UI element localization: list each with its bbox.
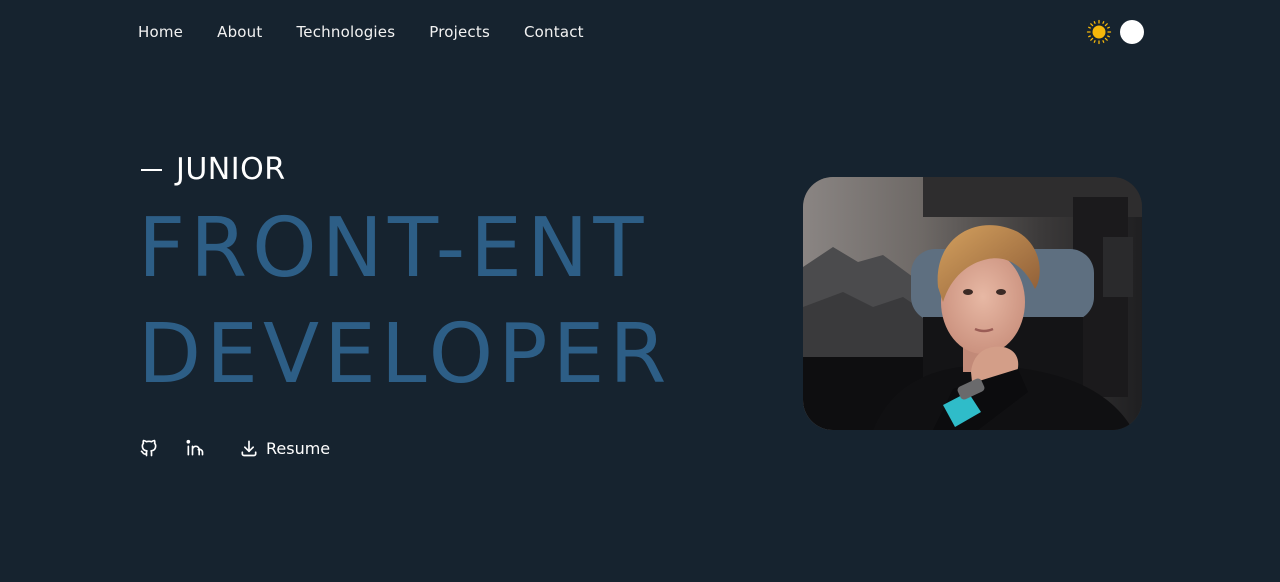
main-nav: Home About Technologies Projects Contact <box>138 20 618 44</box>
eyebrow-label: JUNIOR <box>176 152 286 187</box>
profile-photo <box>803 177 1142 430</box>
github-icon[interactable] <box>138 437 160 459</box>
hero-title: FRONT-ENT DEVELOPER <box>138 196 671 408</box>
hero-title-line2: DEVELOPER <box>138 307 672 402</box>
eyebrow: JUNIOR <box>141 152 286 187</box>
eyebrow-dash <box>141 168 162 171</box>
theme-toggle[interactable] <box>1120 20 1144 44</box>
linkedin-icon[interactable] <box>184 437 206 459</box>
nav-home[interactable]: Home <box>138 23 183 41</box>
social-links: Resume <box>138 436 330 460</box>
theme-switcher <box>1086 19 1144 45</box>
resume-label: Resume <box>266 438 331 458</box>
resume-link[interactable]: Resume <box>238 437 330 459</box>
nav-technologies[interactable]: Technologies <box>296 23 395 41</box>
nav-about[interactable]: About <box>217 23 262 41</box>
hero-title-line1: FRONT-ENT <box>138 201 649 296</box>
download-icon <box>238 437 260 459</box>
nav-projects[interactable]: Projects <box>429 23 490 41</box>
sun-icon[interactable] <box>1086 19 1112 45</box>
nav-contact[interactable]: Contact <box>524 23 584 41</box>
